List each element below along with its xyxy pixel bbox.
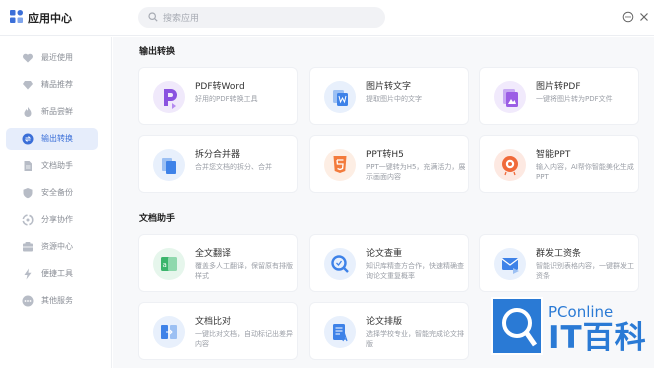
diamond-icon [23,81,33,90]
svg-text:a: a [163,261,167,269]
sidebar-item-doc-assistant[interactable]: 文档助手 [6,155,98,177]
search-placeholder: 搜索应用 [163,14,200,24]
shield-icon [23,188,33,199]
card-desc: 一键将图片转为PDF文件 [536,95,613,103]
card-title: 文档比对 [195,317,232,327]
card-title: 拆分合并器 [195,150,241,160]
card-desc: 好用的PDF转换工具 [195,95,258,103]
card-title: 图片转PDF [536,82,581,92]
card-desc: PPT一键转为H5，充满活力，展示画面内容 [366,163,466,181]
app-card-image-to-text[interactable]: 图片转文字 提取图片中的文字 [309,67,469,125]
card-title: 论文排版 [366,317,403,327]
app-card-smart-ppt[interactable]: 智能PPT 输入内容，AI帮你智能美化生成PPT [479,135,639,193]
document-icon [24,161,32,171]
section-title-convert: 输出转换 [139,47,176,57]
card-desc: 一键比对文档，自动标记出差异内容 [195,330,293,348]
card-title: PDF转Word [195,82,245,92]
sidebar-item-tools[interactable]: 便捷工具 [6,263,98,285]
sidebar-item-label: 最近使用 [41,53,73,62]
app-card-pdf-to-word[interactable]: PDF转Word 好用的PDF转换工具 [138,67,298,125]
app-card-translate[interactable]: a 全文翻译 覆盖多人工翻译，保留原有排版样式 [138,234,298,292]
chat-bubble-icon[interactable] [622,11,634,23]
app-card-image-to-pdf[interactable]: 图片转PDF 一键将图片转为PDF文件 [479,67,639,125]
more-dots-icon [22,295,34,307]
plagiarism-check-icon [324,248,356,280]
section-title-doc-assistant: 文档助手 [139,214,176,224]
image-to-text-icon [324,81,356,113]
sidebar-item-featured[interactable]: 精品推荐 [6,74,98,96]
sidebar-item-share[interactable]: 分享协作 [6,209,98,231]
lightning-icon [24,268,32,280]
html5-icon [324,149,356,181]
image-to-pdf-icon [494,81,526,113]
app-card-split-merge[interactable]: 拆分合并器 合并您文档的拆分、合并 [138,135,298,193]
share-icon [22,214,34,226]
card-title: 群发工资条 [536,249,582,259]
card-title: 全文翻译 [195,249,232,259]
card-desc: 知识库精查方合作，快速精确查询论文重复概率 [366,262,464,280]
app-card-paper-layout[interactable]: 论文排版 选择学校专业，智能完成论文排版 [309,302,469,360]
sidebar-item-label: 便捷工具 [41,269,73,278]
app-title: 应用中心 [28,12,72,25]
app-card-compare[interactable]: 文档比对 一键比对文档，自动标记出差异内容 [138,302,298,360]
watermark-logo-icon [493,299,541,353]
sidebar: 最近使用 精品推荐 新品尝鲜 输出转换 文档助手 安全备份 分享协作 资源中心 … [0,37,112,368]
card-desc: 输入内容，AI帮你智能美化生成PPT [536,163,634,181]
watermark-logo [491,297,543,355]
translate-icon: a [153,248,185,280]
sidebar-item-backup[interactable]: 安全备份 [6,182,98,204]
split-merge-icon [153,149,185,181]
resource-icon [23,242,33,252]
card-desc: 选择学校专业，智能完成论文排版 [366,330,464,348]
card-desc: 合并您文档的拆分、合并 [195,163,272,171]
fire-icon [24,107,32,117]
sidebar-item-resources[interactable]: 资源中心 [6,236,98,258]
sidebar-item-label: 安全备份 [41,188,73,197]
sidebar-item-recent[interactable]: 最近使用 [6,47,98,69]
card-title: PPT转H5 [366,150,404,160]
sidebar-item-convert[interactable]: 输出转换 [6,128,98,150]
app-card-plagiarism-check[interactable]: 论文查重 知识库精查方合作，快速精确查询论文重复概率 [309,234,469,292]
search-input[interactable]: 搜索应用 [138,7,385,28]
card-desc: 智能识别表格内容，一键群发工资条 [536,262,634,280]
paper-layout-icon [324,316,356,348]
card-title: 论文查重 [366,249,403,259]
card-desc: 提取图片中的文字 [366,95,422,103]
convert-icon [22,133,34,145]
compare-icon [153,316,185,348]
sidebar-item-label: 资源中心 [41,242,73,251]
app-card-ppt-to-h5[interactable]: PPT转H5 PPT一键转为H5，充满活力，展示画面内容 [309,135,469,193]
sidebar-item-label: 文档助手 [41,161,73,170]
sidebar-item-label: 输出转换 [41,134,73,143]
pdf-to-word-icon [153,81,185,113]
card-desc: 覆盖多人工翻译，保留原有排版样式 [195,262,293,280]
app-card-payslip[interactable]: 群发工资条 智能识别表格内容，一键群发工资条 [479,234,639,292]
sidebar-item-label: 分享协作 [41,215,73,224]
grid-logo-icon [10,10,23,23]
sidebar-item-new[interactable]: 新品尝鲜 [6,101,98,123]
top-bar: 应用中心 搜索应用 [0,0,654,36]
card-title: 智能PPT [536,150,571,160]
close-icon[interactable] [638,11,650,23]
search-icon [148,12,158,22]
smart-ppt-icon [494,149,526,181]
card-title: 图片转文字 [366,82,412,92]
payslip-icon [494,248,526,280]
heart-icon [23,53,33,63]
watermark-text-bottom: IT百科 [548,320,647,356]
sidebar-item-label: 新品尝鲜 [41,107,73,116]
sidebar-item-label: 其他服务 [41,296,73,305]
sidebar-item-label: 精品推荐 [41,80,73,89]
sidebar-item-other[interactable]: 其他服务 [6,290,98,312]
watermark-text-top: PConline [548,303,614,321]
